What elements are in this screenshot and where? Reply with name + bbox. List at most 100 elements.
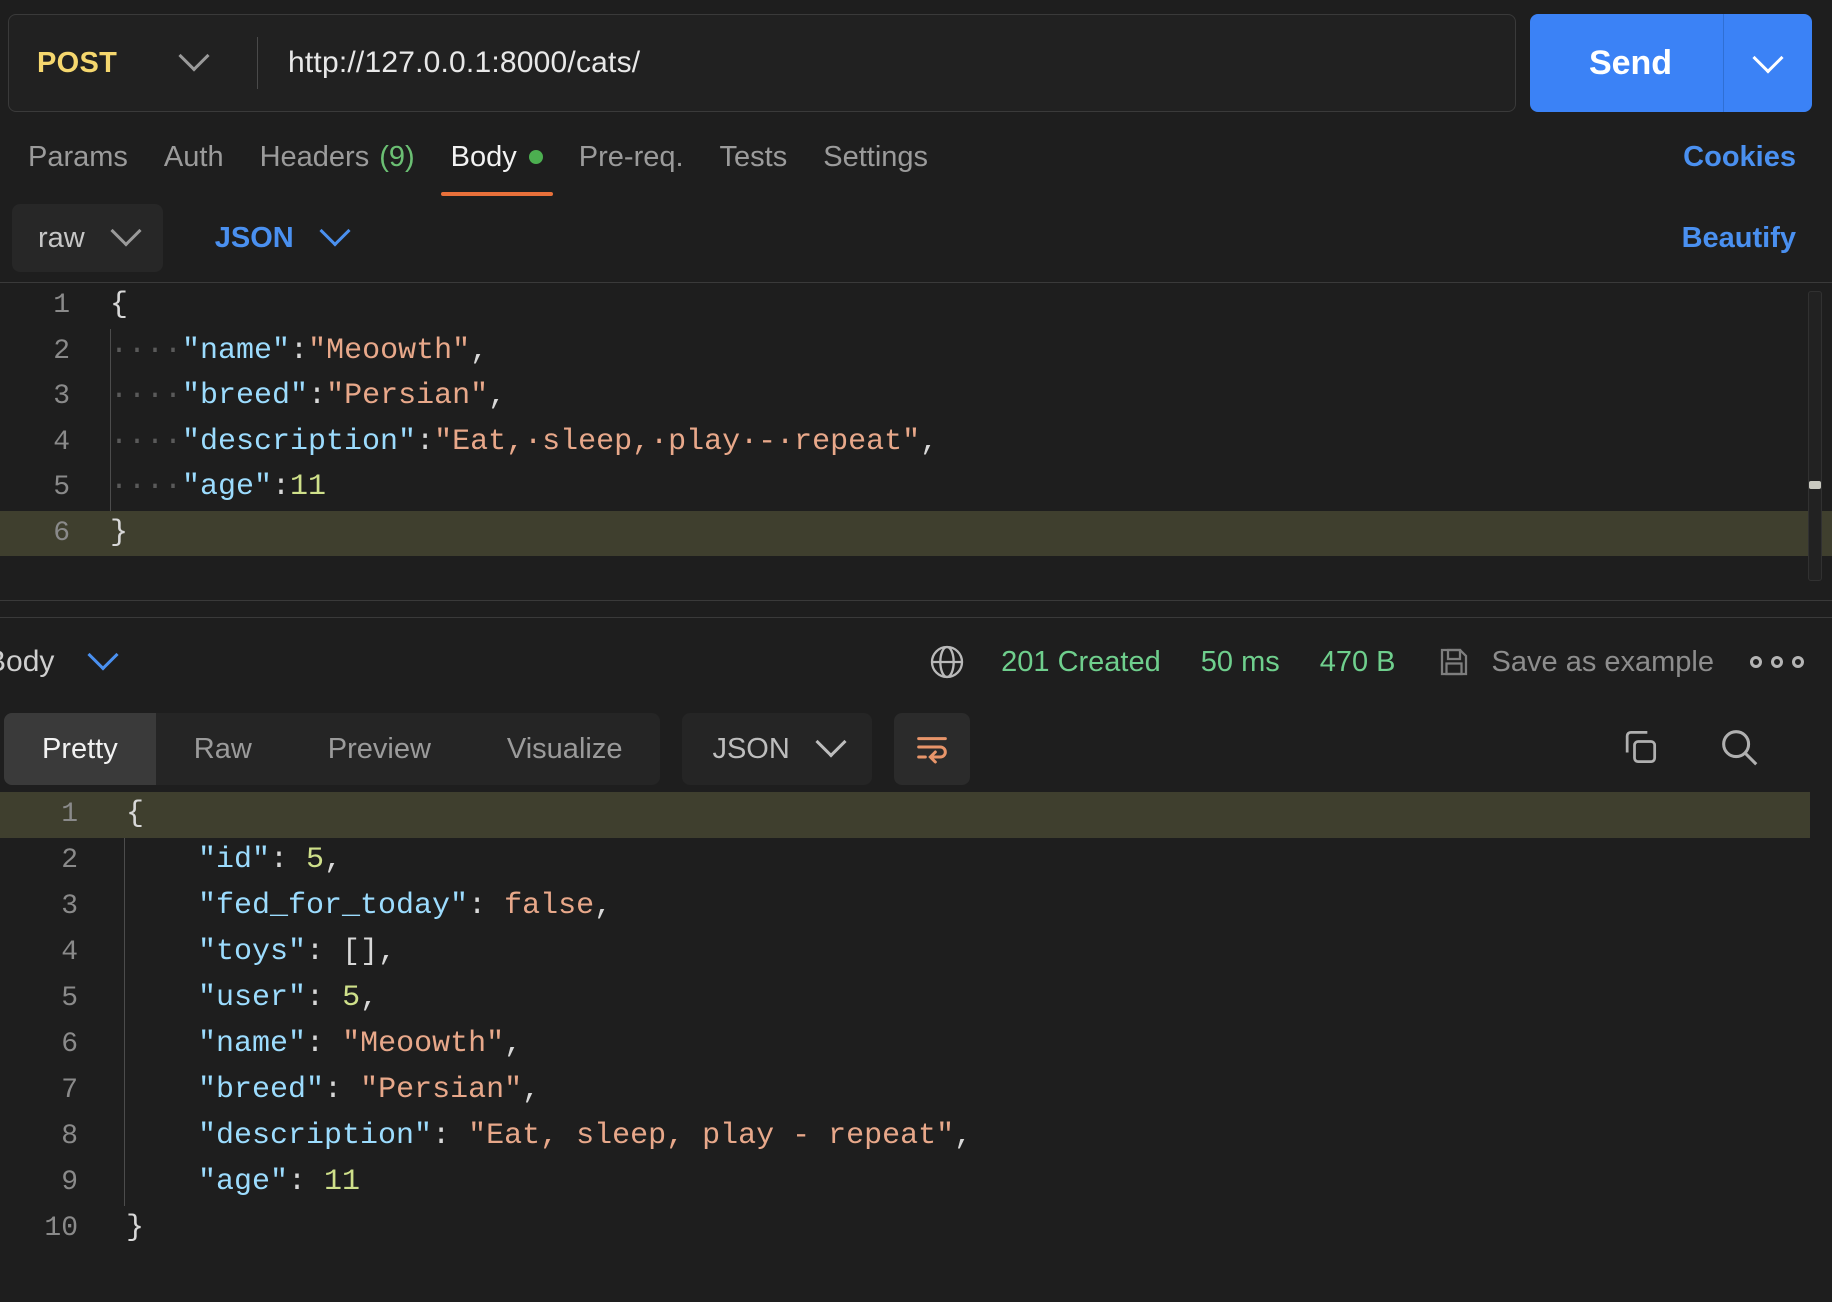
tab-visualize[interactable]: Visualize bbox=[469, 713, 661, 785]
tab-params[interactable]: Params bbox=[10, 118, 146, 196]
more-options-icon[interactable] bbox=[1750, 656, 1804, 668]
pane-resize-divider[interactable] bbox=[0, 600, 1832, 618]
indent-guide bbox=[124, 976, 125, 1022]
code-line: 10} bbox=[0, 1206, 1832, 1252]
code-text: ····"breed":"Persian", bbox=[110, 379, 507, 413]
tab-tests[interactable]: Tests bbox=[702, 118, 806, 196]
indent-guide bbox=[124, 930, 125, 976]
tab-headers[interactable]: Headers (9) bbox=[242, 118, 433, 196]
tab-headers-label: Headers bbox=[259, 140, 370, 173]
tab-preview-label: Preview bbox=[327, 732, 431, 765]
code-line: 8 "description": "Eat, sleep, play - rep… bbox=[0, 1114, 1832, 1160]
tab-pretty-label: Pretty bbox=[42, 732, 118, 765]
tab-preview[interactable]: Preview bbox=[290, 713, 469, 785]
body-mode-dropdown[interactable]: raw bbox=[12, 204, 163, 272]
tab-raw[interactable]: Raw bbox=[156, 713, 290, 785]
tab-pre-req[interactable]: Pre-req. bbox=[561, 118, 702, 196]
indent-guide bbox=[124, 884, 125, 930]
code-line: 5 "user": 5, bbox=[0, 976, 1832, 1022]
indent-guide bbox=[124, 838, 125, 884]
line-number: 10 bbox=[44, 1213, 78, 1245]
method-dropdown[interactable]: POST bbox=[9, 15, 257, 111]
code-text: } bbox=[110, 515, 129, 550]
code-text: "breed": "Persian", bbox=[198, 1073, 541, 1108]
send-options-chevron-down-icon[interactable] bbox=[1724, 42, 1812, 74]
line-number: 8 bbox=[61, 1121, 78, 1153]
send-button[interactable]: Send bbox=[1530, 14, 1812, 112]
code-line: 4 ····"description":"Eat,·sleep,·play·-·r… bbox=[0, 419, 1832, 465]
code-line: 7 "breed": "Persian", bbox=[0, 1068, 1832, 1114]
line-number: 1 bbox=[53, 290, 70, 321]
tab-settings-label: Settings bbox=[823, 140, 929, 173]
code-text: { bbox=[110, 288, 129, 322]
response-time: 50 ms bbox=[1200, 645, 1280, 678]
response-format-label: JSON bbox=[712, 732, 790, 765]
word-wrap-button[interactable] bbox=[893, 713, 970, 785]
response-meta-row: Body 201 Created 50 ms 470 B Save as exa… bbox=[0, 618, 1832, 706]
code-text: "fed_for_today": false, bbox=[198, 889, 613, 924]
chevron-down-icon bbox=[815, 726, 847, 758]
search-icon[interactable] bbox=[1716, 724, 1762, 775]
code-line: 3 "fed_for_today": false, bbox=[0, 884, 1832, 930]
globe-icon bbox=[927, 642, 967, 682]
chevron-down-icon bbox=[110, 215, 142, 247]
tab-auth-label: Auth bbox=[163, 140, 224, 173]
request-editor-scrollbar-thumb[interactable] bbox=[1809, 481, 1821, 489]
method-label: POST bbox=[37, 46, 118, 79]
tab-settings[interactable]: Settings bbox=[805, 118, 946, 196]
response-size: 470 B bbox=[1319, 645, 1396, 678]
line-number: 2 bbox=[53, 335, 70, 367]
code-line: 4 "toys": [], bbox=[0, 930, 1832, 976]
line-number: 5 bbox=[61, 983, 78, 1015]
code-line: 3 ····"breed":"Persian", bbox=[0, 374, 1832, 420]
tab-pretty[interactable]: Pretty bbox=[4, 713, 156, 785]
cookies-link[interactable]: Cookies bbox=[1683, 141, 1796, 174]
code-text: "age": 11 bbox=[198, 1165, 361, 1200]
code-text: "user": 5, bbox=[198, 981, 379, 1016]
response-view-tabs: Pretty Raw Preview Visualize bbox=[4, 713, 661, 785]
tab-headers-count: (9) bbox=[379, 140, 415, 173]
tab-pre-req-label: Pre-req. bbox=[578, 140, 684, 173]
response-body-chevron-down-icon[interactable] bbox=[87, 639, 119, 671]
response-code-lines: 1{2 "id": 5, 3 "fed_for_today": false, 4 "… bbox=[0, 792, 1832, 1252]
code-text: "id": 5, bbox=[198, 843, 343, 878]
line-number: 3 bbox=[53, 381, 70, 412]
response-body-editor[interactable]: 1{2 "id": 5, 3 "fed_for_today": false, 4 "… bbox=[0, 792, 1832, 1302]
code-text: ····"description":"Eat,·sleep,·play·-·re… bbox=[110, 424, 939, 459]
code-line: 1{ bbox=[0, 283, 1832, 329]
code-text: "name": "Meoowth", bbox=[198, 1027, 523, 1062]
response-tabs-row: Pretty Raw Preview Visualize JSON bbox=[0, 706, 1832, 792]
request-body-editor[interactable]: 1{2 ····"name":"Meoowth", 3 ····"breed":"Pe… bbox=[0, 282, 1832, 600]
code-line: 2 ····"name":"Meoowth", bbox=[0, 328, 1832, 374]
line-number: 9 bbox=[61, 1167, 78, 1199]
save-as-example-button[interactable]: Save as example bbox=[1492, 646, 1714, 679]
copy-icon[interactable] bbox=[1618, 725, 1662, 774]
url-input[interactable]: http://127.0.0.1:8000/cats/ bbox=[288, 46, 640, 80]
tab-auth[interactable]: Auth bbox=[146, 118, 242, 196]
tab-body[interactable]: Body bbox=[433, 118, 561, 196]
beautify-button[interactable]: Beautify bbox=[1682, 222, 1796, 255]
indent-guide bbox=[124, 1114, 125, 1160]
tab-raw-label: Raw bbox=[193, 732, 252, 765]
code-line: 1{ bbox=[0, 792, 1832, 838]
code-line: 9 "age": 11 bbox=[0, 1160, 1832, 1206]
tab-body-label: Body bbox=[450, 140, 517, 173]
code-text: } bbox=[126, 1211, 145, 1246]
line-number: 4 bbox=[53, 426, 70, 458]
save-icon[interactable] bbox=[1436, 644, 1472, 680]
chevron-down-icon bbox=[178, 40, 210, 72]
body-mode-row: raw JSON Beautify bbox=[0, 196, 1832, 280]
body-format-dropdown[interactable]: JSON bbox=[199, 204, 362, 272]
indent-guide bbox=[124, 1068, 125, 1114]
url-input-box[interactable]: POST http://127.0.0.1:8000/cats/ bbox=[8, 14, 1516, 112]
code-line: 2 "id": 5, bbox=[0, 838, 1832, 884]
indent-guide bbox=[124, 1160, 125, 1206]
code-text: "toys": [], bbox=[198, 935, 397, 970]
word-wrap-icon bbox=[912, 727, 952, 772]
line-number: 6 bbox=[61, 1029, 78, 1061]
request-editor-scrollbar[interactable] bbox=[1808, 291, 1822, 581]
tab-params-label: Params bbox=[28, 140, 128, 173]
response-format-dropdown[interactable]: JSON bbox=[682, 713, 872, 785]
request-url-row: POST http://127.0.0.1:8000/cats/ Send bbox=[0, 0, 1832, 118]
code-line: 6} bbox=[0, 510, 1832, 556]
